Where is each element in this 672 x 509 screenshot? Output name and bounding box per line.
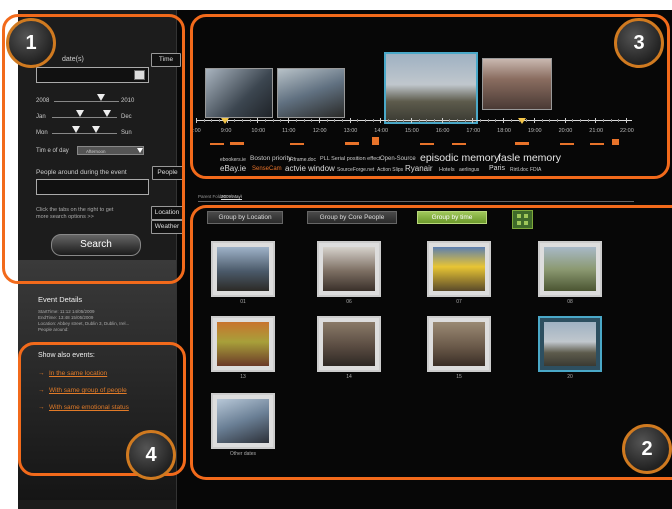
parent-folder-path[interactable]: 2009\May\ [221,194,242,199]
callout-box-3 [190,14,670,179]
callout-4: 4 [126,430,176,480]
folder-divider [198,201,634,202]
callout-1: 1 [6,18,56,68]
event-start-time: StartTime: 11:12 14/05/2009 [38,309,95,314]
callout-2: 2 [622,424,672,474]
event-end-time: EndTime: 13:48 15/05/2009 [38,315,94,320]
event-people: People around: [38,327,69,332]
callout-box-2 [190,205,672,480]
event-details-title: Event Details [38,295,83,304]
callout-3: 3 [614,18,664,68]
event-location: Location: Abbey street, Dublin 3, Dublin… [38,321,130,326]
